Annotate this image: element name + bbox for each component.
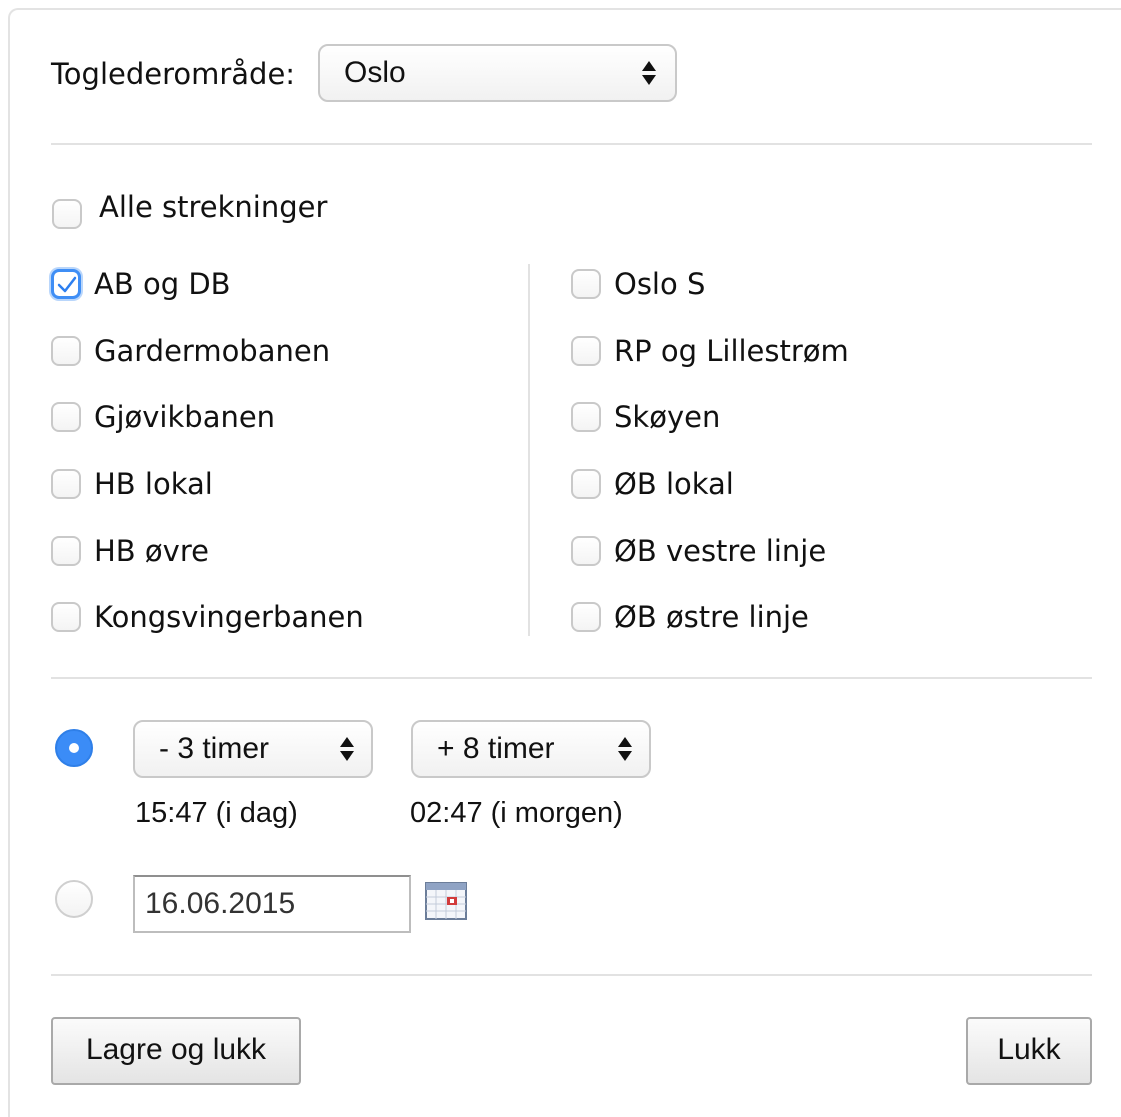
line-label: Skøyen [614, 400, 721, 434]
select-arrows-icon [340, 737, 354, 761]
line-checkbox-hb-ovre[interactable] [51, 536, 81, 566]
date-input[interactable]: 16.06.2015 [133, 875, 411, 933]
line-checkbox-ob-lokal[interactable] [571, 469, 601, 499]
all-lines-label: Alle strekninger [99, 190, 328, 224]
line-label: ØB østre linje [614, 600, 809, 634]
line-label: HB øvre [94, 534, 209, 568]
line-checkbox-rp-og-lillestrom[interactable] [571, 336, 601, 366]
divider [51, 677, 1092, 679]
line-checkbox-ob-vestre-linje[interactable] [571, 536, 601, 566]
calendar-icon[interactable] [425, 882, 467, 920]
save-and-close-button[interactable]: Lagre og lukk [51, 1017, 301, 1085]
area-label: Toglederområde: [51, 57, 296, 91]
to-time-label: 02:47 (i morgen) [410, 797, 623, 829]
line-label: Oslo S [614, 267, 706, 301]
line-checkbox-ob-ostre-linje[interactable] [571, 602, 601, 632]
line-checkbox-ab-og-db[interactable] [51, 269, 81, 299]
line-label: ØB lokal [614, 467, 734, 501]
line-checkbox-gjovikbanen[interactable] [51, 402, 81, 432]
line-checkbox-hb-lokal[interactable] [51, 469, 81, 499]
divider [51, 143, 1092, 145]
area-select-value: Oslo [344, 56, 406, 89]
hours-before-select[interactable]: - 3 timer [133, 720, 373, 778]
hours-after-value: + 8 timer [437, 732, 555, 765]
line-label: Gardermobanen [94, 334, 331, 368]
line-label: ØB vestre linje [614, 534, 827, 568]
close-button[interactable]: Lukk [966, 1017, 1092, 1085]
line-label: Gjøvikbanen [94, 400, 276, 434]
hours-before-value: - 3 timer [159, 732, 270, 765]
hours-after-select[interactable]: + 8 timer [411, 720, 651, 778]
column-divider [528, 264, 530, 636]
date-radio[interactable] [55, 880, 93, 918]
line-checkbox-kongsvingerbanen[interactable] [51, 602, 81, 632]
from-time-label: 15:47 (i dag) [135, 797, 298, 829]
select-arrows-icon [618, 737, 632, 761]
line-label: Kongsvingerbanen [94, 600, 364, 634]
line-label: AB og DB [94, 267, 231, 301]
line-checkbox-skoyen[interactable] [571, 402, 601, 432]
all-lines-checkbox[interactable] [52, 199, 82, 229]
select-arrows-icon [642, 61, 656, 85]
line-checkbox-oslo-s[interactable] [571, 269, 601, 299]
line-checkbox-gardermobanen[interactable] [51, 336, 81, 366]
check-icon [57, 276, 77, 293]
area-select[interactable]: Oslo [318, 44, 677, 102]
line-label: HB lokal [94, 467, 213, 501]
line-label: RP og Lillestrøm [614, 334, 849, 368]
time-range-radio[interactable] [55, 729, 93, 767]
divider [51, 974, 1092, 976]
